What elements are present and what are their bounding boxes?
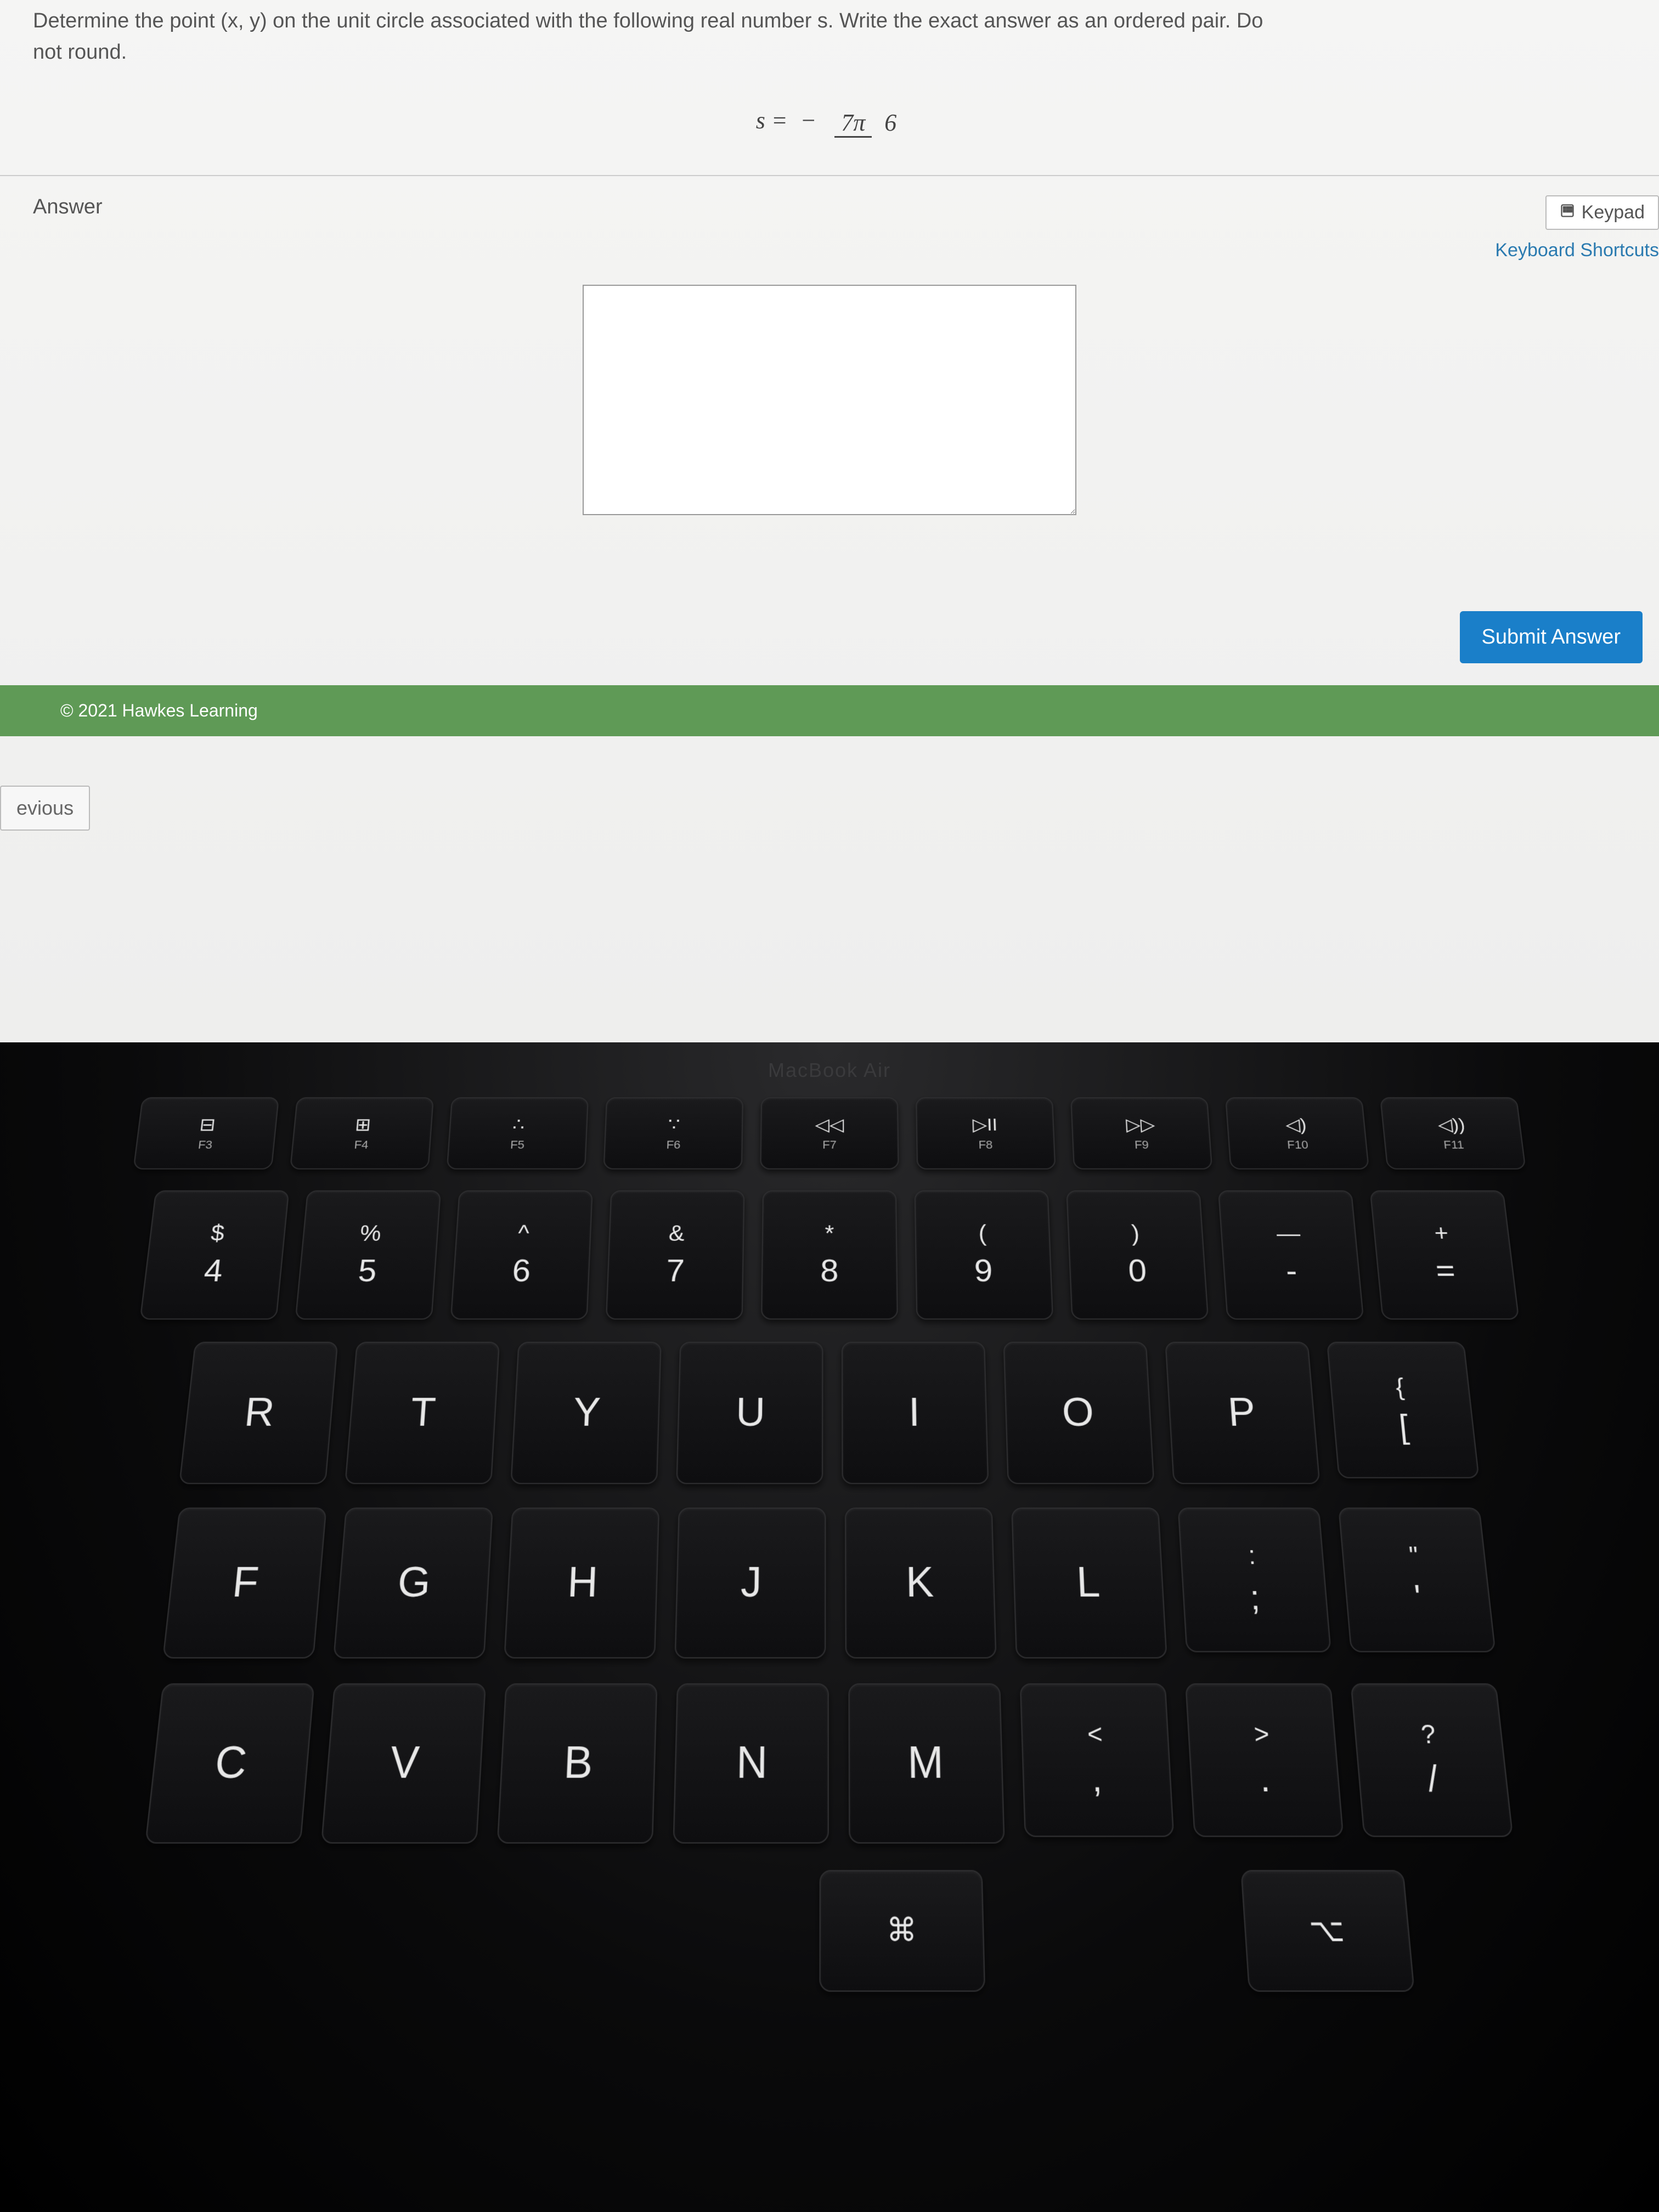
f5-icon: ∴ [512,1115,525,1135]
key--: —- [1218,1190,1364,1320]
key-p: P [1165,1342,1320,1484]
key-k: K [845,1508,997,1658]
f6-label: F6 [666,1138,681,1152]
key-7: &7 [606,1190,744,1320]
key-6: ^6 [450,1190,593,1320]
f11-label: F11 [1443,1138,1464,1152]
f4-label: F4 [354,1138,369,1152]
key-j: J [675,1508,826,1658]
key-f9: ▷▷ F9 [1070,1097,1212,1170]
key-h: H [504,1508,659,1658]
laptop-brand-label: MacBook Air [768,1059,891,1082]
key-i: I [842,1342,989,1484]
f9-icon: ▷▷ [1126,1115,1156,1135]
key-g: G [333,1508,493,1658]
submit-answer-button[interactable]: Submit Answer [1460,611,1643,663]
question-line2: not round. [33,41,127,64]
key-f: F [162,1508,327,1658]
equation-lhs: s = [756,107,788,134]
f3-label: F3 [198,1138,213,1152]
key-b: B [497,1683,658,1843]
f8-label: F8 [978,1138,993,1152]
key-command: ⌘ [819,1870,985,1992]
key-slash: ?/ [1350,1683,1513,1837]
key-f11: ◁)) F11 [1380,1097,1526,1170]
key-y: Y [510,1342,661,1484]
keyboard-shortcuts-link[interactable]: Keyboard Shortcuts [1495,240,1659,261]
f7-label: F7 [822,1138,837,1152]
key-bracket-left: {[ [1327,1342,1480,1479]
key-n: N [673,1683,829,1843]
previous-button[interactable]: evious [0,786,90,831]
key-period: >. [1185,1683,1344,1837]
key-option: ⌥ [1240,1870,1415,1992]
f7-icon: ◁◁ [815,1115,844,1135]
key-r: R [179,1342,338,1484]
answer-label: Answer [33,195,1626,219]
equation-denominator: 6 [878,109,903,136]
key-f5: ∴ F5 [447,1097,589,1170]
key-c: C [145,1683,314,1843]
equation-minus: − [800,107,817,134]
f8-icon: ▷II [972,1115,997,1135]
f10-icon: ◁) [1285,1115,1307,1135]
key-comma: <, [1020,1683,1175,1837]
key-f3: ⊟ F3 [133,1097,279,1170]
key-0: )0 [1066,1190,1209,1320]
key-f10: ◁) F10 [1225,1097,1369,1170]
f9-label: F9 [1134,1138,1149,1152]
f5-label: F5 [510,1138,524,1152]
copyright-text: © 2021 Hawkes Learning [60,701,258,720]
answer-input[interactable] [583,285,1076,515]
keypad-button[interactable]: Keypad [1545,195,1659,230]
f10-label: F10 [1286,1138,1308,1152]
keypad-button-label: Keypad [1582,202,1645,223]
question-line1: Determine the point (x, y) on the unit c… [33,9,1263,32]
key-=: += [1370,1190,1520,1320]
key-9: (9 [915,1190,1053,1320]
key-f8: ▷II F8 [916,1097,1056,1170]
equation-numerator: 7π [834,109,872,138]
key-5: %5 [295,1190,441,1320]
key-8: *8 [761,1190,898,1320]
key-4: $4 [140,1190,290,1320]
key-m: M [848,1683,1005,1843]
key-u: U [676,1342,823,1484]
f11-icon: ◁)) [1437,1115,1466,1135]
key-f4: ⊞ F4 [290,1097,434,1170]
keypad-icon [1560,202,1575,223]
f4-icon: ⊞ [354,1115,372,1135]
key-f7: ◁◁ F7 [760,1097,899,1170]
key-semicolon: :; [1178,1508,1331,1652]
key-v: V [321,1683,486,1843]
key-f6: ∵ F6 [603,1097,743,1170]
key-l: L [1011,1508,1167,1658]
equation-display: s = − 7π 6 [33,106,1626,137]
key-o: O [1003,1342,1155,1484]
f3-icon: ⊟ [199,1115,217,1135]
key-quote: "' [1338,1508,1496,1652]
key-t: T [345,1342,500,1484]
f6-icon: ∵ [668,1115,680,1135]
